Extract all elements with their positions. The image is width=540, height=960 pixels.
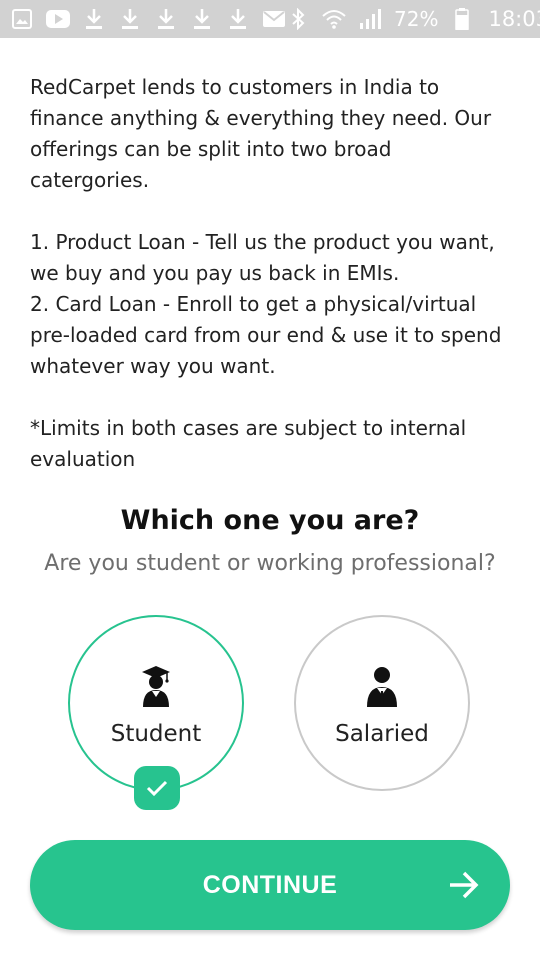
description: RedCarpet lends to customers in India to… <box>30 72 512 475</box>
download-icon <box>118 7 142 31</box>
salaried-label: Salaried <box>335 721 429 747</box>
arrow-right-icon <box>450 871 479 899</box>
bluetooth-icon <box>286 7 310 31</box>
download-icon <box>190 7 214 31</box>
question-subtitle: Are you student or working professional? <box>44 551 496 576</box>
battery-percent: 72% <box>394 7 439 31</box>
signal-icon <box>358 7 382 31</box>
youtube-icon <box>46 7 70 31</box>
professional-icon <box>367 667 397 707</box>
download-icon <box>226 7 250 31</box>
student-label: Student <box>110 721 202 747</box>
battery-icon <box>450 7 474 31</box>
download-icon <box>154 7 178 31</box>
clock: 18:03 <box>488 7 540 31</box>
status-bar: 72% 18:03 <box>0 0 540 38</box>
limits-note: *Limits in both cases are subject to int… <box>30 416 467 471</box>
student-option[interactable]: Student <box>68 615 244 791</box>
card-loan-text: 2. Card Loan - Enroll to get a physical/… <box>30 292 502 378</box>
check-icon <box>134 766 180 810</box>
continue-label: CONTINUE <box>202 870 338 899</box>
continue-button[interactable]: CONTINUE <box>30 840 510 930</box>
download-icon <box>82 7 106 31</box>
notification-icons <box>10 7 286 31</box>
intro-text: RedCarpet lends to customers in India to… <box>30 75 492 192</box>
product-loan-text: 1. Product Loan - Tell us the product yo… <box>30 230 495 285</box>
question-title: Which one you are? <box>120 505 420 536</box>
gallery-icon <box>10 7 34 31</box>
mail-icon <box>262 7 286 31</box>
salaried-option[interactable]: Salaried <box>294 615 470 791</box>
wifi-icon <box>322 7 346 31</box>
system-icons: 72% 18:03 <box>286 7 540 31</box>
student-icon <box>142 666 170 707</box>
